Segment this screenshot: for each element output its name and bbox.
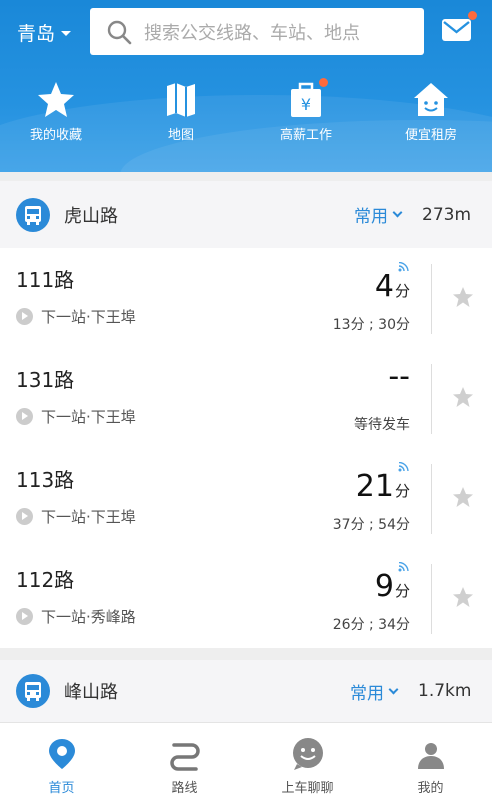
chevron-down-icon xyxy=(388,684,399,694)
quick-link-label: 高薪工作 xyxy=(279,128,332,143)
nav-label: 我的 xyxy=(417,781,444,795)
common-label: 常用 xyxy=(350,683,384,704)
eta-number: 9 xyxy=(374,569,394,604)
route-row[interactable]: 113路 下一站·下王埠 21 分 37分 ; 54分 xyxy=(0,448,492,548)
city-label: 青岛 xyxy=(17,23,56,45)
nav-item-route[interactable]: 路线 xyxy=(123,723,246,795)
route-icon xyxy=(169,743,200,771)
route-name: 113路 xyxy=(16,468,75,492)
briefcase-icon: ¥ xyxy=(286,78,328,120)
eta-number: 4 xyxy=(374,269,394,304)
nav-item-home[interactable]: 首页 xyxy=(0,723,123,795)
route-name: 112路 xyxy=(16,568,75,592)
next-arrival-times: 26分 ; 34分 xyxy=(332,617,410,633)
route-list: 111路 下一站·下王埠 4 分 13分 ; 30分 131路 下一站·下王埠 … xyxy=(0,248,492,648)
next-stop: 下一站·下王埠 xyxy=(16,306,136,327)
station-header[interactable]: 峰山路 常用 1.7km xyxy=(0,660,492,722)
common-toggle[interactable]: 常用 xyxy=(350,679,399,704)
eta-unit: 分 xyxy=(394,482,410,500)
route-row[interactable]: 111路 下一站·下王埠 4 分 13分 ; 30分 xyxy=(0,248,492,348)
station-distance: 273m xyxy=(422,204,472,225)
user-icon xyxy=(417,743,444,769)
nav-label: 上车聊聊 xyxy=(281,781,334,795)
bus-stop-icon xyxy=(16,674,50,708)
mail-icon xyxy=(442,19,471,41)
divider xyxy=(431,464,432,534)
svg-text:¥: ¥ xyxy=(301,95,311,114)
play-circle-icon xyxy=(16,408,33,425)
quick-link-jobs[interactable]: ¥ 高薪工作 xyxy=(251,78,361,143)
next-arrival-times: 37分 ; 54分 xyxy=(332,517,410,533)
common-toggle[interactable]: 常用 xyxy=(354,202,403,227)
search-input[interactable]: 搜索公交线路、车站、地点 xyxy=(90,8,424,55)
station-name: 虎山路 xyxy=(64,205,118,227)
eta-number: -- xyxy=(388,359,410,394)
station-distance: 1.7km xyxy=(418,681,472,701)
play-circle-icon xyxy=(16,508,33,525)
message-button[interactable] xyxy=(441,11,477,46)
eta-number: 21 xyxy=(355,469,394,504)
arrival-eta: 4 分 xyxy=(375,272,410,302)
common-label: 常用 xyxy=(354,207,388,227)
divider xyxy=(431,564,432,634)
favorite-star-icon[interactable] xyxy=(452,386,474,408)
location-pin-icon xyxy=(48,739,75,769)
route-row[interactable]: 112路 下一站·秀峰路 9 分 26分 ; 34分 xyxy=(0,548,492,648)
next-stop: 下一站·下王埠 xyxy=(16,506,136,527)
bottom-nav: 首页 路线 上车聊聊 我的 xyxy=(0,722,492,795)
eta-unit: 分 xyxy=(394,582,410,600)
next-stop-label: 下一站·下王埠 xyxy=(41,408,136,426)
next-stop: 下一站·下王埠 xyxy=(16,406,136,427)
notification-dot xyxy=(319,78,328,87)
quick-link-rent[interactable]: 便宜租房 xyxy=(376,80,486,143)
eta-unit: 分 xyxy=(394,282,410,300)
route-name: 111路 xyxy=(16,268,75,292)
house-icon xyxy=(411,80,451,120)
next-stop-label: 下一站·秀峰路 xyxy=(41,608,136,626)
quick-link-map[interactable]: 地图 xyxy=(126,80,236,143)
next-stop-label: 下一站·下王埠 xyxy=(41,508,136,526)
favorite-star-icon[interactable] xyxy=(452,486,474,508)
route-row[interactable]: 131路 下一站·下王埠 -- 等待发车 xyxy=(0,348,492,448)
quick-link-label: 便宜租房 xyxy=(404,128,457,143)
favorite-star-icon[interactable] xyxy=(452,286,474,308)
quick-link-favorites[interactable]: 我的收藏 xyxy=(1,80,111,143)
route-name: 131路 xyxy=(16,368,75,392)
bus-stop-icon xyxy=(16,197,50,232)
arrival-eta: -- xyxy=(388,362,410,392)
nav-item-profile[interactable]: 我的 xyxy=(369,723,492,795)
next-stop: 下一站·秀峰路 xyxy=(16,606,136,627)
nav-label: 路线 xyxy=(171,781,198,795)
realtime-signal-icon xyxy=(398,262,409,272)
nav-label: 首页 xyxy=(48,781,75,795)
favorite-star-icon[interactable] xyxy=(452,586,474,608)
station-header[interactable]: 虎山路 常用 273m xyxy=(0,181,492,248)
search-placeholder: 搜索公交线路、车站、地点 xyxy=(144,22,360,44)
play-circle-icon xyxy=(16,608,33,625)
chat-face-icon xyxy=(292,738,323,770)
next-stop-label: 下一站·下王埠 xyxy=(41,308,136,326)
realtime-signal-icon xyxy=(398,462,409,472)
city-selector[interactable]: 青岛 xyxy=(17,19,72,46)
divider xyxy=(431,364,432,434)
arrival-eta: 21 分 xyxy=(356,472,410,502)
quick-link-label: 我的收藏 xyxy=(29,128,82,143)
divider xyxy=(431,264,432,334)
nav-item-chat[interactable]: 上车聊聊 xyxy=(246,723,369,795)
star-icon xyxy=(36,80,76,120)
map-icon xyxy=(161,80,201,120)
next-arrival-times: 等待发车 xyxy=(354,417,410,433)
quick-link-label: 地图 xyxy=(167,128,194,143)
search-icon xyxy=(107,20,132,44)
play-circle-icon xyxy=(16,308,33,325)
next-arrival-times: 13分 ; 30分 xyxy=(332,317,410,333)
header: 青岛 搜索公交线路、车站、地点 我的收藏 地图 ¥ 高薪工作 便宜租房 xyxy=(0,0,492,172)
realtime-signal-icon xyxy=(398,562,409,572)
chevron-down-icon xyxy=(392,207,403,218)
notification-dot xyxy=(468,11,477,20)
caret-down-icon xyxy=(61,31,72,36)
arrival-eta: 9 分 xyxy=(375,572,410,602)
station-name: 峰山路 xyxy=(64,682,118,703)
